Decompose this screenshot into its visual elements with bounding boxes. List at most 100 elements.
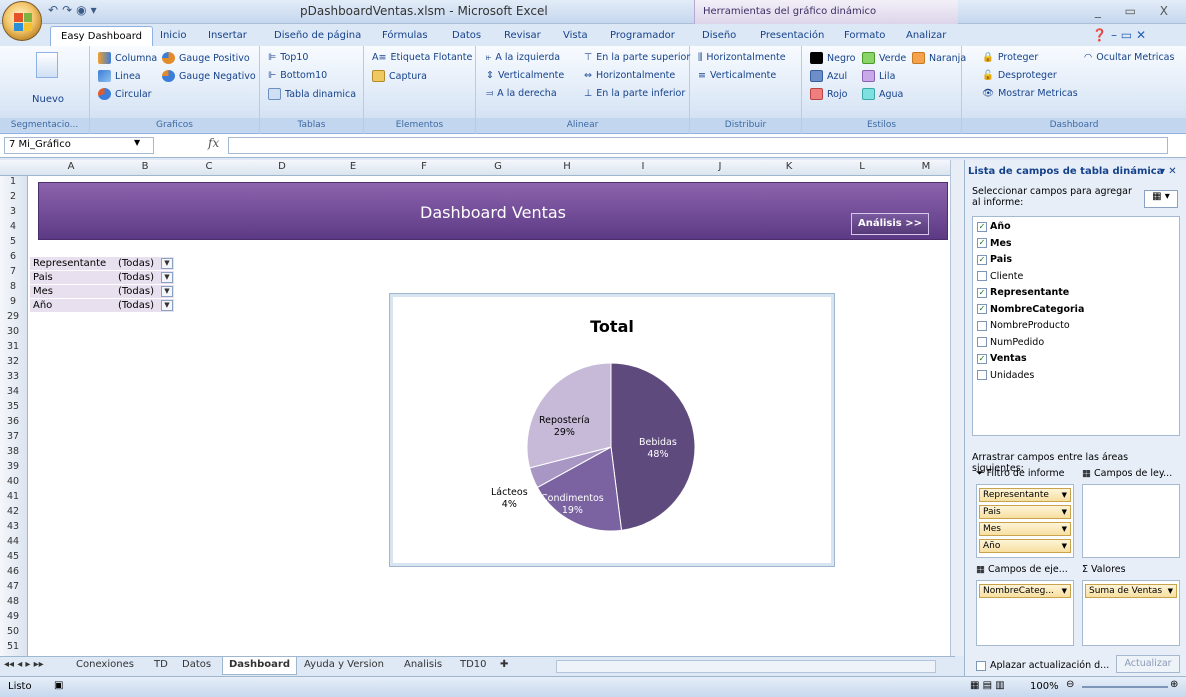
column-header[interactable]: C xyxy=(176,161,242,172)
pie-chart[interactable]: Total Bebidas 48% Condimentos 19% Lácteos 4… xyxy=(389,293,835,567)
sheet-tab[interactable]: TD xyxy=(154,659,168,670)
tab-formato[interactable]: Formato xyxy=(838,28,891,43)
column-header[interactable]: M xyxy=(902,161,950,172)
new-slicer-icon[interactable] xyxy=(36,52,58,78)
filter-dropdown-icon[interactable]: ▼ xyxy=(161,258,173,269)
filter-field-chip[interactable]: Año ▼ xyxy=(979,539,1071,553)
field-checkbox[interactable]: ✓ xyxy=(977,254,987,265)
top10-button[interactable]: ⊫ Top10 xyxy=(268,52,308,63)
zoom-in-icon[interactable]: ⊕ xyxy=(1170,679,1178,690)
desproteger-button[interactable]: 🔓 Desproteger xyxy=(982,70,1057,81)
update-button[interactable]: Actualizar xyxy=(1116,655,1180,673)
nuevo-button[interactable]: Nuevo xyxy=(32,94,64,105)
pivot-field[interactable]: ✓ Ventas xyxy=(977,353,1027,364)
tab-easy-dashboard[interactable]: Easy Dashboard xyxy=(50,26,154,46)
column-header[interactable]: K xyxy=(756,161,822,172)
defer-checkbox[interactable] xyxy=(976,660,986,671)
align-horizontal-button[interactable]: ⇔ Horizontalmente xyxy=(584,70,675,81)
tab-analizar[interactable]: Analizar xyxy=(900,28,952,43)
row-header[interactable]: 43 xyxy=(0,521,26,532)
align-top-button[interactable]: ⊤ En la parte superior xyxy=(584,52,690,63)
align-vertical-button[interactable]: ⇕ Verticalmente xyxy=(486,70,564,81)
redo-icon[interactable]: ↷ xyxy=(62,3,72,17)
column-header[interactable]: H xyxy=(532,161,602,172)
field-checkbox[interactable] xyxy=(977,271,987,281)
circular-button[interactable]: Circular xyxy=(98,88,152,100)
row-header[interactable]: 36 xyxy=(0,416,26,427)
pivot-field[interactable]: ✓ Pais xyxy=(977,254,1012,265)
office-button[interactable] xyxy=(2,1,42,41)
column-header[interactable]: I xyxy=(602,161,684,172)
row-header[interactable]: 30 xyxy=(0,326,26,337)
row-header[interactable]: 45 xyxy=(0,551,26,562)
sheet-tab[interactable]: Conexiones xyxy=(76,659,134,670)
pivot-field[interactable]: ✓ Año xyxy=(977,221,1011,232)
filter-dropdown-icon[interactable]: ▼ xyxy=(161,286,173,297)
tab-diseno-pagina[interactable]: Diseño de página xyxy=(268,28,367,43)
row-header[interactable]: 44 xyxy=(0,536,26,547)
row-header[interactable]: 33 xyxy=(0,371,26,382)
row-header[interactable]: 37 xyxy=(0,431,26,442)
row-header[interactable]: 5 xyxy=(0,236,26,247)
style-naranja-button[interactable]: Naranja xyxy=(912,52,966,64)
tab-vista[interactable]: Vista xyxy=(557,28,594,43)
filter-field-chip[interactable]: Pais ▼ xyxy=(979,505,1071,519)
row-header[interactable]: 7 xyxy=(0,266,26,277)
row-header[interactable]: 6 xyxy=(0,251,26,262)
tab-formulas[interactable]: Fórmulas xyxy=(376,28,434,43)
vertical-scrollbar[interactable] xyxy=(950,160,964,656)
row-header[interactable]: 34 xyxy=(0,386,26,397)
row-header[interactable]: 47 xyxy=(0,581,26,592)
customize-qat-icon[interactable]: ▾ xyxy=(91,3,97,17)
column-header[interactable]: E xyxy=(322,161,384,172)
function-icon[interactable]: fx xyxy=(208,136,219,150)
field-checkbox[interactable]: ✓ xyxy=(977,238,987,248)
row-header[interactable]: 46 xyxy=(0,566,26,577)
row-header[interactable]: 31 xyxy=(0,341,26,352)
row-header[interactable]: 2 xyxy=(0,191,26,202)
field-checkbox[interactable]: ✓ xyxy=(977,221,987,232)
row-header[interactable]: 29 xyxy=(0,311,26,322)
proteger-button[interactable]: 🔒 Proteger xyxy=(982,52,1038,63)
row-header[interactable]: 1 xyxy=(0,176,26,187)
align-bottom-button[interactable]: ⊥ En la parte inferior xyxy=(584,88,685,99)
zoom-slider[interactable] xyxy=(1082,686,1168,688)
name-box-dropdown-icon[interactable]: ▼ xyxy=(134,138,140,147)
row-header[interactable]: 40 xyxy=(0,476,26,487)
field-checkbox[interactable]: ✓ xyxy=(977,304,987,314)
row-header[interactable]: 35 xyxy=(0,401,26,412)
formula-input[interactable] xyxy=(228,137,1168,154)
pivot-field[interactable]: NombreProducto xyxy=(977,320,1070,331)
pivot-field[interactable]: NumPedido xyxy=(977,337,1044,348)
column-header[interactable]: G xyxy=(464,161,532,172)
row-header[interactable]: 41 xyxy=(0,491,26,502)
style-agua-button[interactable]: Agua xyxy=(862,88,903,100)
tab-datos[interactable]: Datos xyxy=(446,28,487,43)
row-header[interactable]: 32 xyxy=(0,356,26,367)
style-azul-button[interactable]: Azul xyxy=(810,70,847,82)
etiqueta-flotante-button[interactable]: A≡ Etiqueta Flotante xyxy=(372,52,472,63)
legend-area[interactable] xyxy=(1082,484,1180,558)
bottom10-button[interactable]: ⊩ Bottom10 xyxy=(268,70,327,81)
filter-field-chip[interactable]: Mes ▼ xyxy=(979,522,1071,536)
row-header[interactable]: 49 xyxy=(0,611,26,622)
tab-presentacion[interactable]: Presentación xyxy=(754,28,830,43)
captura-button[interactable]: Captura xyxy=(372,70,427,82)
column-header[interactable]: B xyxy=(114,161,176,172)
sheet-tab[interactable]: Ayuda y Version xyxy=(304,659,384,670)
style-verde-button[interactable]: Verde xyxy=(862,52,906,64)
pivot-field[interactable]: Unidades xyxy=(977,370,1034,381)
column-header[interactable]: D xyxy=(242,161,322,172)
window-controls[interactable]: _ ▭ X xyxy=(1095,4,1178,18)
horizontal-scrollbar[interactable] xyxy=(556,660,936,673)
field-checkbox[interactable]: ✓ xyxy=(977,353,987,364)
tab-nav-icon[interactable]: ◂◂ ◂ ▸ ▸▸ xyxy=(4,659,44,670)
field-checkbox[interactable] xyxy=(977,370,987,380)
row-header[interactable]: 8 xyxy=(0,281,26,292)
style-negro-button[interactable]: Negro xyxy=(810,52,856,64)
row-header[interactable]: 50 xyxy=(0,626,26,637)
row-header[interactable]: 42 xyxy=(0,506,26,517)
field-checkbox[interactable] xyxy=(977,337,987,347)
axis-area[interactable]: NombreCateg... ▼ xyxy=(976,580,1074,646)
analisis-button[interactable]: Análisis >> xyxy=(851,213,929,235)
